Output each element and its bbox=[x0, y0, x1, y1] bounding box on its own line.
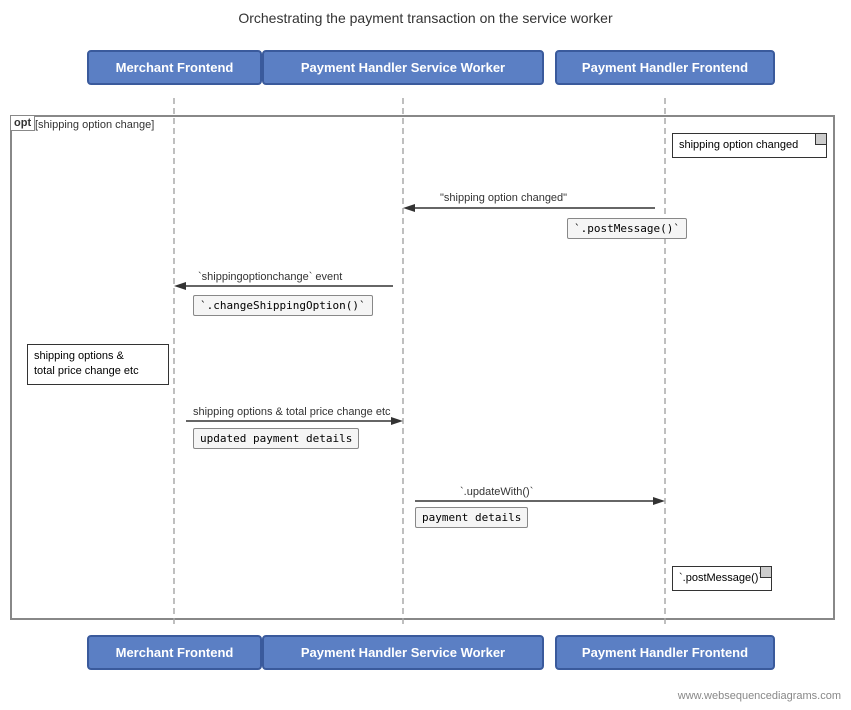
msg-shippingoptionchange-label: `shippingoptionchange` event bbox=[198, 271, 342, 283]
actor-merchant-top: Merchant Frontend bbox=[87, 50, 262, 85]
opt-label: opt bbox=[10, 115, 35, 131]
update-with-box: updated payment details bbox=[193, 428, 359, 449]
actor-service-worker-bottom: Payment Handler Service Worker bbox=[262, 635, 544, 670]
post-message-box-1: `.postMessage()` bbox=[567, 218, 687, 239]
actor-payment-frontend-bottom: Payment Handler Frontend bbox=[555, 635, 775, 670]
actor-merchant-bottom: Merchant Frontend bbox=[87, 635, 262, 670]
msg-updated-payment-details: shipping options & total price change et… bbox=[193, 406, 391, 418]
watermark: www.websequencediagrams.com bbox=[678, 690, 841, 702]
actor-payment-frontend-top: Payment Handler Frontend bbox=[555, 50, 775, 85]
update-ui-note: `.postMessage()` bbox=[672, 566, 772, 591]
change-shipping-option-box: `.changeShippingOption()` bbox=[193, 295, 373, 316]
opt-condition: [shipping option change] bbox=[35, 119, 154, 131]
shipping-option-changed-note: shipping option changed bbox=[672, 133, 827, 158]
actor-service-worker-top: Payment Handler Service Worker bbox=[262, 50, 544, 85]
side-note: shipping options &total price change etc bbox=[27, 344, 169, 385]
msg-shipping-option-changed-label: "shipping option changed" bbox=[440, 192, 567, 204]
post-message-box-2: payment details bbox=[415, 507, 528, 528]
msg-payment-details: `.updateWith()` bbox=[460, 486, 533, 498]
diagram-title: Orchestrating the payment transaction on… bbox=[0, 0, 851, 26]
